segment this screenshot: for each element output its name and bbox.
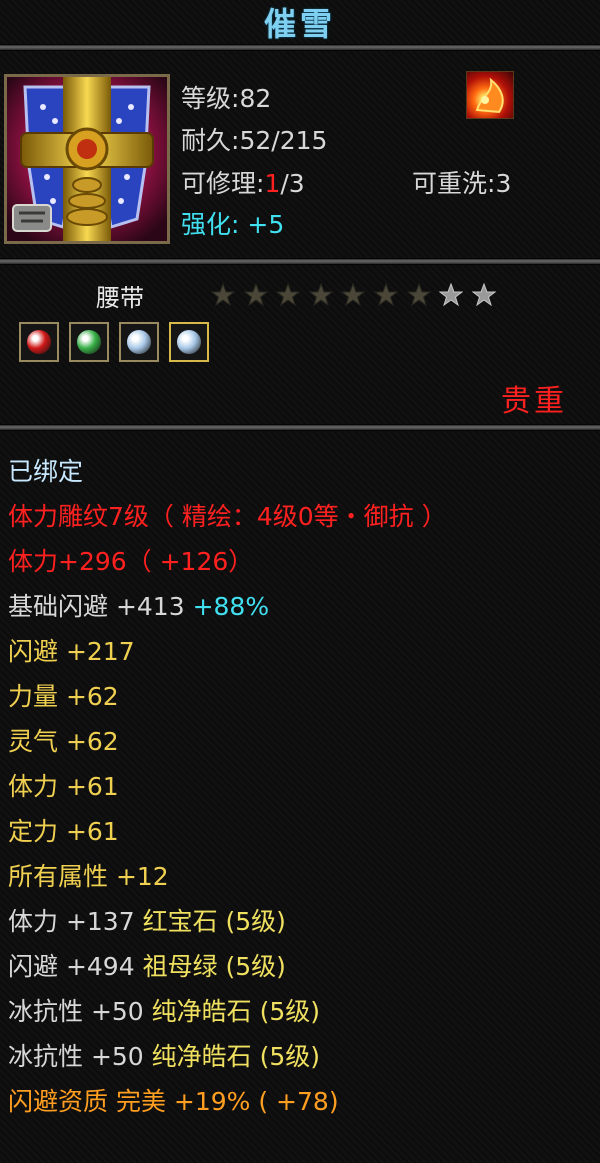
repair-stat: 可修理:1/3 (181, 169, 305, 198)
star-filled-icon (308, 283, 333, 307)
attribute-text: 体力雕纹7级（ 精绘：4级0等・御抗 ） (8, 502, 447, 531)
attribute-text: 闪避 +217 (8, 637, 135, 666)
attribute-text: 力量 +62 (8, 682, 119, 711)
attribute-line: 体力 +61 (8, 770, 598, 815)
pure-sapphire-gem-icon[interactable] (169, 322, 209, 362)
attribute-text: +88% (192, 592, 270, 621)
star-empty-icon (439, 283, 464, 307)
attribute-text: 灵气 +62 (8, 727, 119, 756)
attribute-text: 红宝石 (5级) (142, 907, 286, 936)
attribute-text: 体力+296（ +126） (8, 547, 254, 576)
repair-max: /3 (280, 169, 305, 198)
enhance-value: +5 (247, 210, 285, 239)
title-divider (0, 44, 600, 51)
emerald-gem-icon[interactable] (69, 322, 109, 362)
attribute-text: 基础闪避 +413 (8, 592, 193, 621)
attribute-text: 体力 +137 (8, 907, 143, 936)
attribute-text: 定力 +61 (8, 817, 119, 846)
attribute-text: 祖母绿 (5级) (142, 952, 286, 981)
star-filled-icon (373, 283, 398, 307)
attribute-line: 闪避 +217 (8, 635, 598, 680)
enhance-stat: 强化: +5 (181, 210, 285, 239)
star-filled-icon (211, 283, 235, 307)
repair-current: 1 (264, 169, 281, 198)
attribute-text: 所有属性 +12 (8, 862, 169, 891)
attribute-line: 体力+296（ +126） (8, 545, 598, 590)
attribute-line: 已绑定 (8, 455, 598, 500)
rewash-stat: 可重洗:3 (412, 169, 512, 198)
attribute-text: 冰抗性 +50 (8, 1042, 152, 1071)
attribute-line: 体力雕纹7级（ 精绘：4级0等・御抗 ） (8, 500, 598, 545)
section-divider-bottom (0, 424, 600, 431)
attribute-text: 闪避 +494 (8, 952, 143, 981)
attribute-text: 冰抗性 +50 (8, 997, 152, 1026)
level-label: 等级 (181, 84, 232, 113)
star-filled-icon (276, 283, 301, 307)
level-value: 82 (239, 84, 272, 113)
attribute-text: 闪避资质 完美 +19% ( +78) (8, 1087, 339, 1116)
attribute-line: 定力 +61 (8, 815, 598, 860)
attribute-line: 冰抗性 +50 纯净皓石 (5级) (8, 995, 598, 1040)
section-divider-top (0, 258, 600, 265)
star-empty-icon (471, 283, 496, 307)
star-filled-icon (341, 283, 366, 307)
ruby-gem-icon[interactable] (19, 322, 59, 362)
attribute-line: 灵气 +62 (8, 725, 598, 770)
star-rating (211, 283, 504, 311)
attribute-text: 纯净皓石 (5级) (151, 997, 321, 1026)
item-type: 腰带 (96, 284, 144, 312)
belt-icon (4, 74, 170, 244)
rarity-label: 贵重 (501, 384, 567, 419)
rewash-value: 3 (495, 169, 512, 198)
level-stat: 等级:82 (181, 84, 272, 113)
attribute-text: 纯净皓石 (5级) (151, 1042, 321, 1071)
durability-stat: 耐久:52/215 (181, 126, 328, 155)
enhance-label: 强化 (181, 210, 232, 239)
gem-slots (19, 322, 219, 362)
item-name: 催雪 (263, 5, 336, 43)
attribute-line: 闪避 +494 祖母绿 (5级) (8, 950, 598, 995)
attribute-line: 力量 +62 (8, 680, 598, 725)
attribute-text: 已绑定 (8, 457, 84, 486)
item-tooltip-panel: 催雪 等级:82 耐久:52/215 可修理:1/3 可重洗:3 强化: +5 … (0, 0, 600, 1163)
fire-school-icon (466, 71, 514, 119)
durability-label: 耐久 (181, 126, 232, 155)
star-filled-icon (243, 283, 268, 307)
attribute-line: 体力 +137 红宝石 (5级) (8, 905, 598, 950)
attribute-line: 闪避资质 完美 +19% ( +78) (8, 1085, 598, 1130)
attribute-line: 所有属性 +12 (8, 860, 598, 905)
repair-label: 可修理 (181, 169, 257, 198)
attribute-list: 已绑定体力雕纹7级（ 精绘：4级0等・御抗 ） 体力+296（ +126） 基础闪避… (8, 455, 598, 1130)
pure-sapphire-gem-icon[interactable] (119, 322, 159, 362)
attribute-line: 基础闪避 +413 +88% (8, 590, 598, 635)
attribute-line: 冰抗性 +50 纯净皓石 (5级) (8, 1040, 598, 1085)
attribute-text: 体力 +61 (8, 772, 119, 801)
star-filled-icon (406, 283, 431, 307)
durability-value: 52/215 (239, 126, 328, 155)
rewash-label: 可重洗 (412, 169, 488, 198)
